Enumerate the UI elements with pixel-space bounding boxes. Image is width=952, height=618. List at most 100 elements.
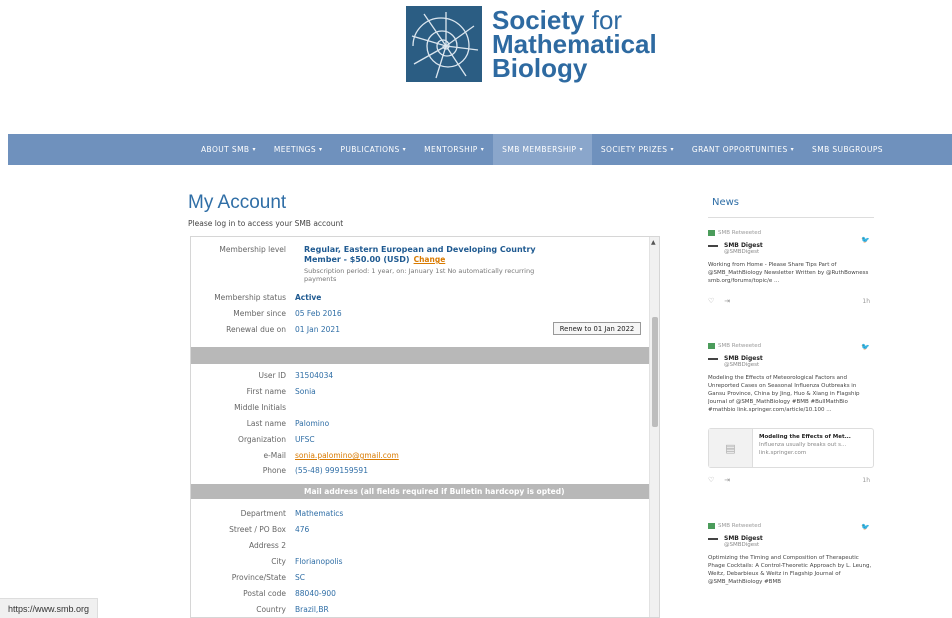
postal-value: 88040-900 — [295, 589, 336, 598]
status-value: Active — [295, 293, 322, 302]
twitter-bird-icon: 🐦 — [861, 343, 870, 351]
street-row: Street / PO Box 476 — [191, 525, 309, 535]
nav-subgroups[interactable]: SMB SUBGROUPS — [803, 134, 892, 165]
org-label: Organization — [238, 435, 286, 444]
nav-grants[interactable]: GRANT OPPORTUNITIES ▾ — [683, 134, 803, 165]
tweet-text: Working from Home - Please Share Tips Pa… — [708, 262, 869, 284]
retweeted-label: SMB Retweeted — [718, 523, 762, 529]
tweet[interactable]: SMB Retweeted 🐦 SMB Digest @SMBDigest Wor… — [708, 230, 874, 343]
nav-publications[interactable]: PUBLICATIONS ▾ — [331, 134, 415, 165]
nav-mentorship[interactable]: MENTORSHIP ▾ — [415, 134, 493, 165]
province-row: Province/State SC — [191, 573, 305, 583]
scroll-thumb[interactable] — [652, 317, 658, 427]
site-logo[interactable]: Society for Mathematical Biology — [406, 6, 657, 82]
page-title: My Account — [188, 192, 287, 213]
main-nav: ABOUT SMB ▾ MEETINGS ▾ PUBLICATIONS ▾ MENTO… — [8, 134, 952, 165]
since-value: 05 Feb 2016 — [295, 309, 342, 318]
tweet-author[interactable]: SMB Digest — [724, 242, 763, 249]
account-panel[interactable]: Membership level Regular, Eastern Europe… — [190, 236, 660, 618]
tweet-text: Optimizing the Timing and Composition of… — [708, 555, 872, 585]
email-link[interactable]: sonia.palomino@gmail.com — [295, 451, 399, 461]
tweet-text: Modeling the Effects of Meteorological F… — [708, 375, 860, 413]
middle-row: Middle Initials — [191, 403, 295, 413]
phone-label: Phone — [262, 466, 286, 475]
membership-level-value: Regular, Eastern European and Developing… — [304, 245, 554, 283]
status-row: Membership status Active — [191, 293, 321, 303]
nav-membership[interactable]: SMB MEMBERSHIP ▾ — [493, 134, 592, 165]
renewal-row: Renewal due on 01 Jan 2021 — [191, 325, 340, 335]
panel-scrollbar[interactable]: ▲ — [649, 237, 659, 617]
scroll-up-icon[interactable]: ▲ — [651, 239, 656, 246]
retweet-icon — [708, 230, 715, 236]
membership-level-row: Membership level — [191, 245, 295, 255]
country-label: Country — [256, 605, 286, 614]
dept-row: Department Mathematics — [191, 509, 344, 519]
status-label: Membership status — [214, 293, 286, 302]
twitter-feed[interactable]: SMB Retweeted 🐦 SMB Digest @SMBDigest Wor… — [708, 222, 874, 618]
retweet-icon — [708, 523, 715, 529]
tweet-time[interactable]: 1h — [862, 477, 870, 484]
retweeted-label: SMB Retweeted — [718, 343, 762, 349]
tweet-handle[interactable]: @SMBDigest — [724, 542, 763, 549]
link-card[interactable]: ▤ Modeling the Effects of Met... Influenz… — [708, 428, 874, 468]
org-value: UFSC — [295, 435, 315, 444]
user-id-row: User ID 31504034 — [191, 371, 334, 381]
retweet-icon — [708, 343, 715, 349]
tweet-handle[interactable]: @SMBDigest — [724, 249, 763, 256]
addr2-row: Address 2 — [191, 541, 295, 551]
chevron-down-icon: ▾ — [579, 146, 583, 153]
phone-value: (55-48) 999159591 — [295, 466, 368, 475]
country-value: Brazil,BR — [295, 605, 329, 614]
news-divider — [708, 217, 874, 218]
card-title: Modeling the Effects of Met... — [759, 434, 851, 440]
heart-icon[interactable]: ♡ — [708, 297, 714, 305]
chevron-down-icon: ▾ — [252, 146, 256, 153]
share-icon[interactable]: ⇥ — [724, 297, 730, 305]
avatar — [708, 535, 724, 543]
nav-about[interactable]: ABOUT SMB ▾ — [192, 134, 265, 165]
chevron-down-icon: ▾ — [480, 146, 485, 153]
city-label: City — [271, 557, 286, 566]
nav-prizes[interactable]: SOCIETY PRIZES ▾ — [592, 134, 683, 165]
city-row: City Florianopolis — [191, 557, 342, 567]
tweet[interactable]: SMB Retweeted 🐦 SMB Digest @SMBDigest Opt… — [708, 523, 874, 586]
postal-row: Postal code 88040-900 — [191, 589, 336, 599]
province-label: Province/State — [231, 573, 286, 582]
postal-label: Postal code — [243, 589, 286, 598]
card-domain: link.springer.com — [759, 450, 807, 456]
addr2-label: Address 2 — [248, 541, 286, 550]
change-link[interactable]: Change — [414, 255, 446, 264]
chevron-down-icon: ▾ — [790, 146, 795, 153]
subscription-period: Subscription period: 1 year, on: January… — [304, 267, 535, 283]
tweet-author[interactable]: SMB Digest — [724, 355, 763, 362]
nav-meetings[interactable]: MEETINGS ▾ — [265, 134, 332, 165]
twitter-bird-icon: 🐦 — [861, 236, 870, 244]
dept-label: Department — [240, 509, 286, 518]
avatar — [708, 355, 724, 363]
twitter-bird-icon: 🐦 — [861, 523, 870, 531]
mail-address-header: Mail address (all fields required if Bul… — [191, 484, 651, 499]
status-bar-url: https://www.smb.org — [0, 598, 99, 618]
since-label: Member since — [233, 309, 286, 318]
avatar — [708, 242, 724, 250]
chevron-down-icon: ▾ — [402, 146, 407, 153]
street-value: 476 — [295, 525, 310, 534]
user-id-value: 31504034 — [295, 371, 334, 380]
renewal-value: 01 Jan 2021 — [295, 325, 340, 334]
tweet-time[interactable]: 1h — [862, 298, 870, 305]
first-name-label: First name — [246, 387, 286, 396]
tweet-handle[interactable]: @SMBDigest — [724, 362, 763, 369]
last-name-label: Last name — [246, 419, 286, 428]
renew-button[interactable]: Renew to 01 Jan 2022 — [553, 322, 641, 335]
tweet[interactable]: SMB Retweeted 🐦 SMB Digest @SMBDigest Mod… — [708, 343, 874, 523]
tweet-author[interactable]: SMB Digest — [724, 535, 763, 542]
since-row: Member since 05 Feb 2016 — [191, 309, 342, 319]
chevron-down-icon: ▾ — [319, 146, 323, 153]
heart-icon[interactable]: ♡ — [708, 476, 714, 484]
email-label: e-Mail — [263, 451, 286, 460]
page-subtitle: Please log in to access your SMB account — [188, 219, 344, 228]
section-divider — [191, 347, 651, 364]
last-name-value: Palomino — [295, 419, 330, 428]
share-icon[interactable]: ⇥ — [724, 476, 730, 484]
user-id-label: User ID — [258, 371, 286, 380]
